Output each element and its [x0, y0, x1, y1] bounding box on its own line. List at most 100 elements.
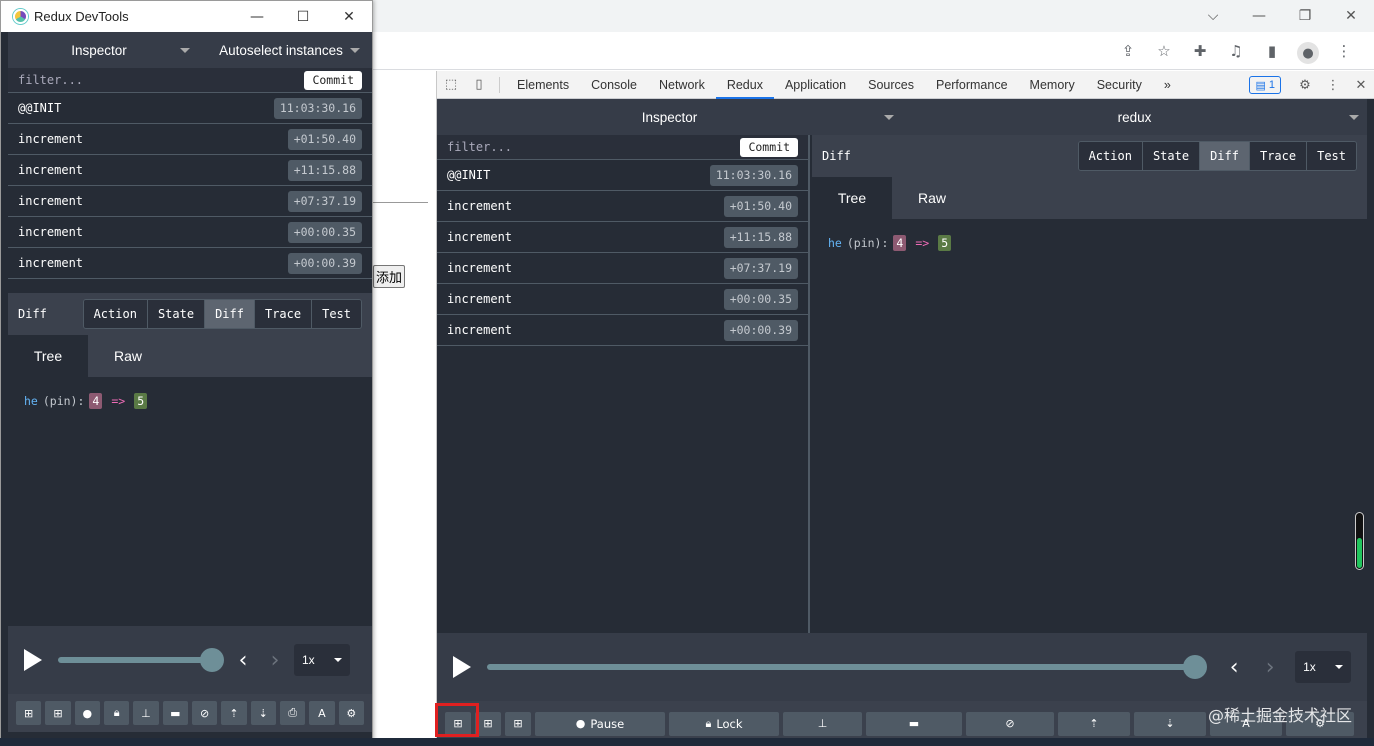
minimize-button[interactable]: —	[234, 1, 280, 32]
dispatcher-button[interactable]: ▬	[866, 711, 962, 736]
profile-icon[interactable]: ●	[1292, 36, 1324, 66]
tab-tree[interactable]: Tree	[812, 177, 892, 219]
tab-trace[interactable]: Trace	[1248, 142, 1307, 170]
export-button[interactable]: ⇣	[1134, 711, 1206, 736]
log-monitor-icon[interactable]: ⊞	[45, 701, 71, 725]
lock-button[interactable]: 🔒︎ Lock	[669, 711, 779, 736]
tab-state[interactable]: State	[146, 300, 205, 328]
more-vert-icon[interactable]: ⋮	[1319, 71, 1347, 99]
play-icon[interactable]	[453, 656, 471, 678]
tab-elements[interactable]: Elements	[506, 71, 580, 99]
share-icon[interactable]: ⇪	[1112, 36, 1144, 66]
gear-icon[interactable]: ⚙	[1291, 71, 1319, 99]
tab-sources[interactable]: Sources	[857, 71, 925, 99]
list-item[interactable]: increment +01:50.40	[8, 124, 372, 155]
upload-icon[interactable]: ⇡	[221, 701, 247, 725]
tab-state[interactable]: State	[1141, 142, 1200, 170]
inspector-layout-icon[interactable]: ⊞	[16, 701, 42, 725]
pause-icon[interactable]: ●	[74, 701, 100, 725]
tab-raw[interactable]: Raw	[88, 335, 168, 377]
maximize-button[interactable]: ☐	[280, 1, 326, 32]
list-item[interactable]: @@INIT 11:03:30.16	[437, 160, 808, 191]
slider-thumb[interactable]	[1183, 655, 1208, 679]
list-item[interactable]: increment +00:00.39	[8, 248, 372, 279]
pin-icon[interactable]: ⊥	[133, 701, 159, 725]
tab-console[interactable]: Console	[580, 71, 648, 99]
list-item[interactable]: increment +00:00.39	[437, 315, 808, 346]
tab-network[interactable]: Network	[648, 71, 716, 99]
tab-trace[interactable]: Trace	[253, 300, 312, 328]
tab-diff[interactable]: Diff	[204, 300, 254, 328]
list-item[interactable]: increment +01:50.40	[437, 191, 808, 222]
tab-diff[interactable]: Diff	[1199, 142, 1249, 170]
instance-select[interactable]: redux	[902, 99, 1367, 135]
monitor-tabs: Action State Diff Trace Test	[1077, 141, 1357, 171]
import-button[interactable]: ⇡	[1058, 711, 1130, 736]
tab-tree[interactable]: Tree	[8, 335, 88, 377]
speed-select[interactable]: 1x	[294, 644, 350, 676]
restore-button[interactable]: ❐	[1282, 0, 1328, 32]
commit-button[interactable]: Commit	[304, 70, 362, 90]
instance-select[interactable]: Autoselect instances	[190, 32, 372, 68]
add-button[interactable]: 添加	[373, 265, 405, 288]
minimize-button[interactable]: —	[1236, 0, 1282, 32]
more-icon[interactable]: ⋮	[1328, 36, 1360, 66]
timer-off-icon[interactable]: ⊘	[191, 701, 218, 725]
speed-select[interactable]: 1x	[1295, 651, 1351, 683]
monitor-select[interactable]: Inspector	[437, 99, 902, 135]
pause-button[interactable]: ● Pause	[535, 711, 665, 736]
prev-action-icon[interactable]: ‹	[1219, 655, 1249, 680]
sidepanel-icon[interactable]: ▮	[1256, 36, 1288, 66]
more-tabs-icon[interactable]: »	[1153, 71, 1182, 99]
list-item[interactable]: increment +00:00.35	[8, 217, 372, 248]
issues-badge[interactable]: ▤ 1	[1249, 76, 1281, 94]
puzzle-icon[interactable]: ✚	[1184, 36, 1216, 66]
remote-icon[interactable]: A	[309, 701, 335, 725]
tab-redux[interactable]: Redux	[715, 71, 775, 99]
media-icon[interactable]: ♫	[1220, 36, 1252, 66]
tab-test[interactable]: Test	[1306, 142, 1356, 170]
tab-security[interactable]: Security	[1086, 71, 1153, 99]
tab-performance[interactable]: Performance	[925, 71, 1019, 99]
download-icon[interactable]: ⇣	[250, 701, 276, 725]
tab-action[interactable]: Action	[1078, 142, 1142, 170]
list-item[interactable]: @@INIT 11:03:30.16	[8, 93, 372, 124]
slider-thumb[interactable]	[200, 648, 224, 672]
lock-icon[interactable]: 🔒︎	[103, 701, 130, 725]
address-bar[interactable]	[373, 36, 1113, 66]
print-icon[interactable]: ⎙	[279, 701, 306, 725]
star-icon[interactable]: ☆	[1148, 36, 1180, 66]
tab-test[interactable]: Test	[311, 300, 361, 328]
timeline-slider[interactable]	[58, 648, 224, 672]
inspect-element-icon[interactable]: ⬚	[437, 71, 465, 99]
tab-search-icon[interactable]: ⌵	[1190, 0, 1236, 32]
slider-toggle-button[interactable]: ⊘	[966, 711, 1054, 736]
tab-action[interactable]: Action	[83, 300, 147, 328]
list-item[interactable]: increment +07:37.19	[8, 186, 372, 217]
close-icon[interactable]: ✕	[1347, 71, 1374, 99]
tab-raw[interactable]: Raw	[892, 177, 972, 219]
device-toolbar-icon[interactable]: ▯	[465, 71, 493, 99]
timeline-slider[interactable]	[487, 655, 1208, 679]
next-action-icon[interactable]: ›	[1255, 655, 1285, 680]
pin-icon: ⊥	[817, 717, 828, 730]
play-icon[interactable]	[24, 649, 42, 671]
chart-monitor-icon[interactable]: ⊞	[505, 711, 531, 736]
filter-input[interactable]: filter...	[447, 140, 512, 154]
tab-memory[interactable]: Memory	[1019, 71, 1086, 99]
list-item[interactable]: increment +00:00.35	[437, 284, 808, 315]
filter-input[interactable]: filter...	[18, 73, 83, 87]
gear-icon[interactable]: ⚙	[338, 701, 364, 725]
prev-action-icon[interactable]: ‹	[228, 648, 258, 673]
list-item[interactable]: increment +11:15.88	[8, 155, 372, 186]
close-window-button[interactable]: ✕	[1328, 0, 1374, 32]
monitor-select[interactable]: Inspector	[8, 32, 190, 68]
close-window-button[interactable]: ✕	[326, 1, 372, 32]
list-item[interactable]: increment +11:15.88	[437, 222, 808, 253]
persist-button[interactable]: ⊥	[783, 711, 862, 736]
list-item[interactable]: increment +07:37.19	[437, 253, 808, 284]
commit-button[interactable]: Commit	[740, 137, 798, 157]
tab-application[interactable]: Application	[774, 71, 857, 99]
next-action-icon[interactable]: ›	[260, 648, 290, 673]
keyboard-icon[interactable]: ▬	[162, 701, 188, 725]
